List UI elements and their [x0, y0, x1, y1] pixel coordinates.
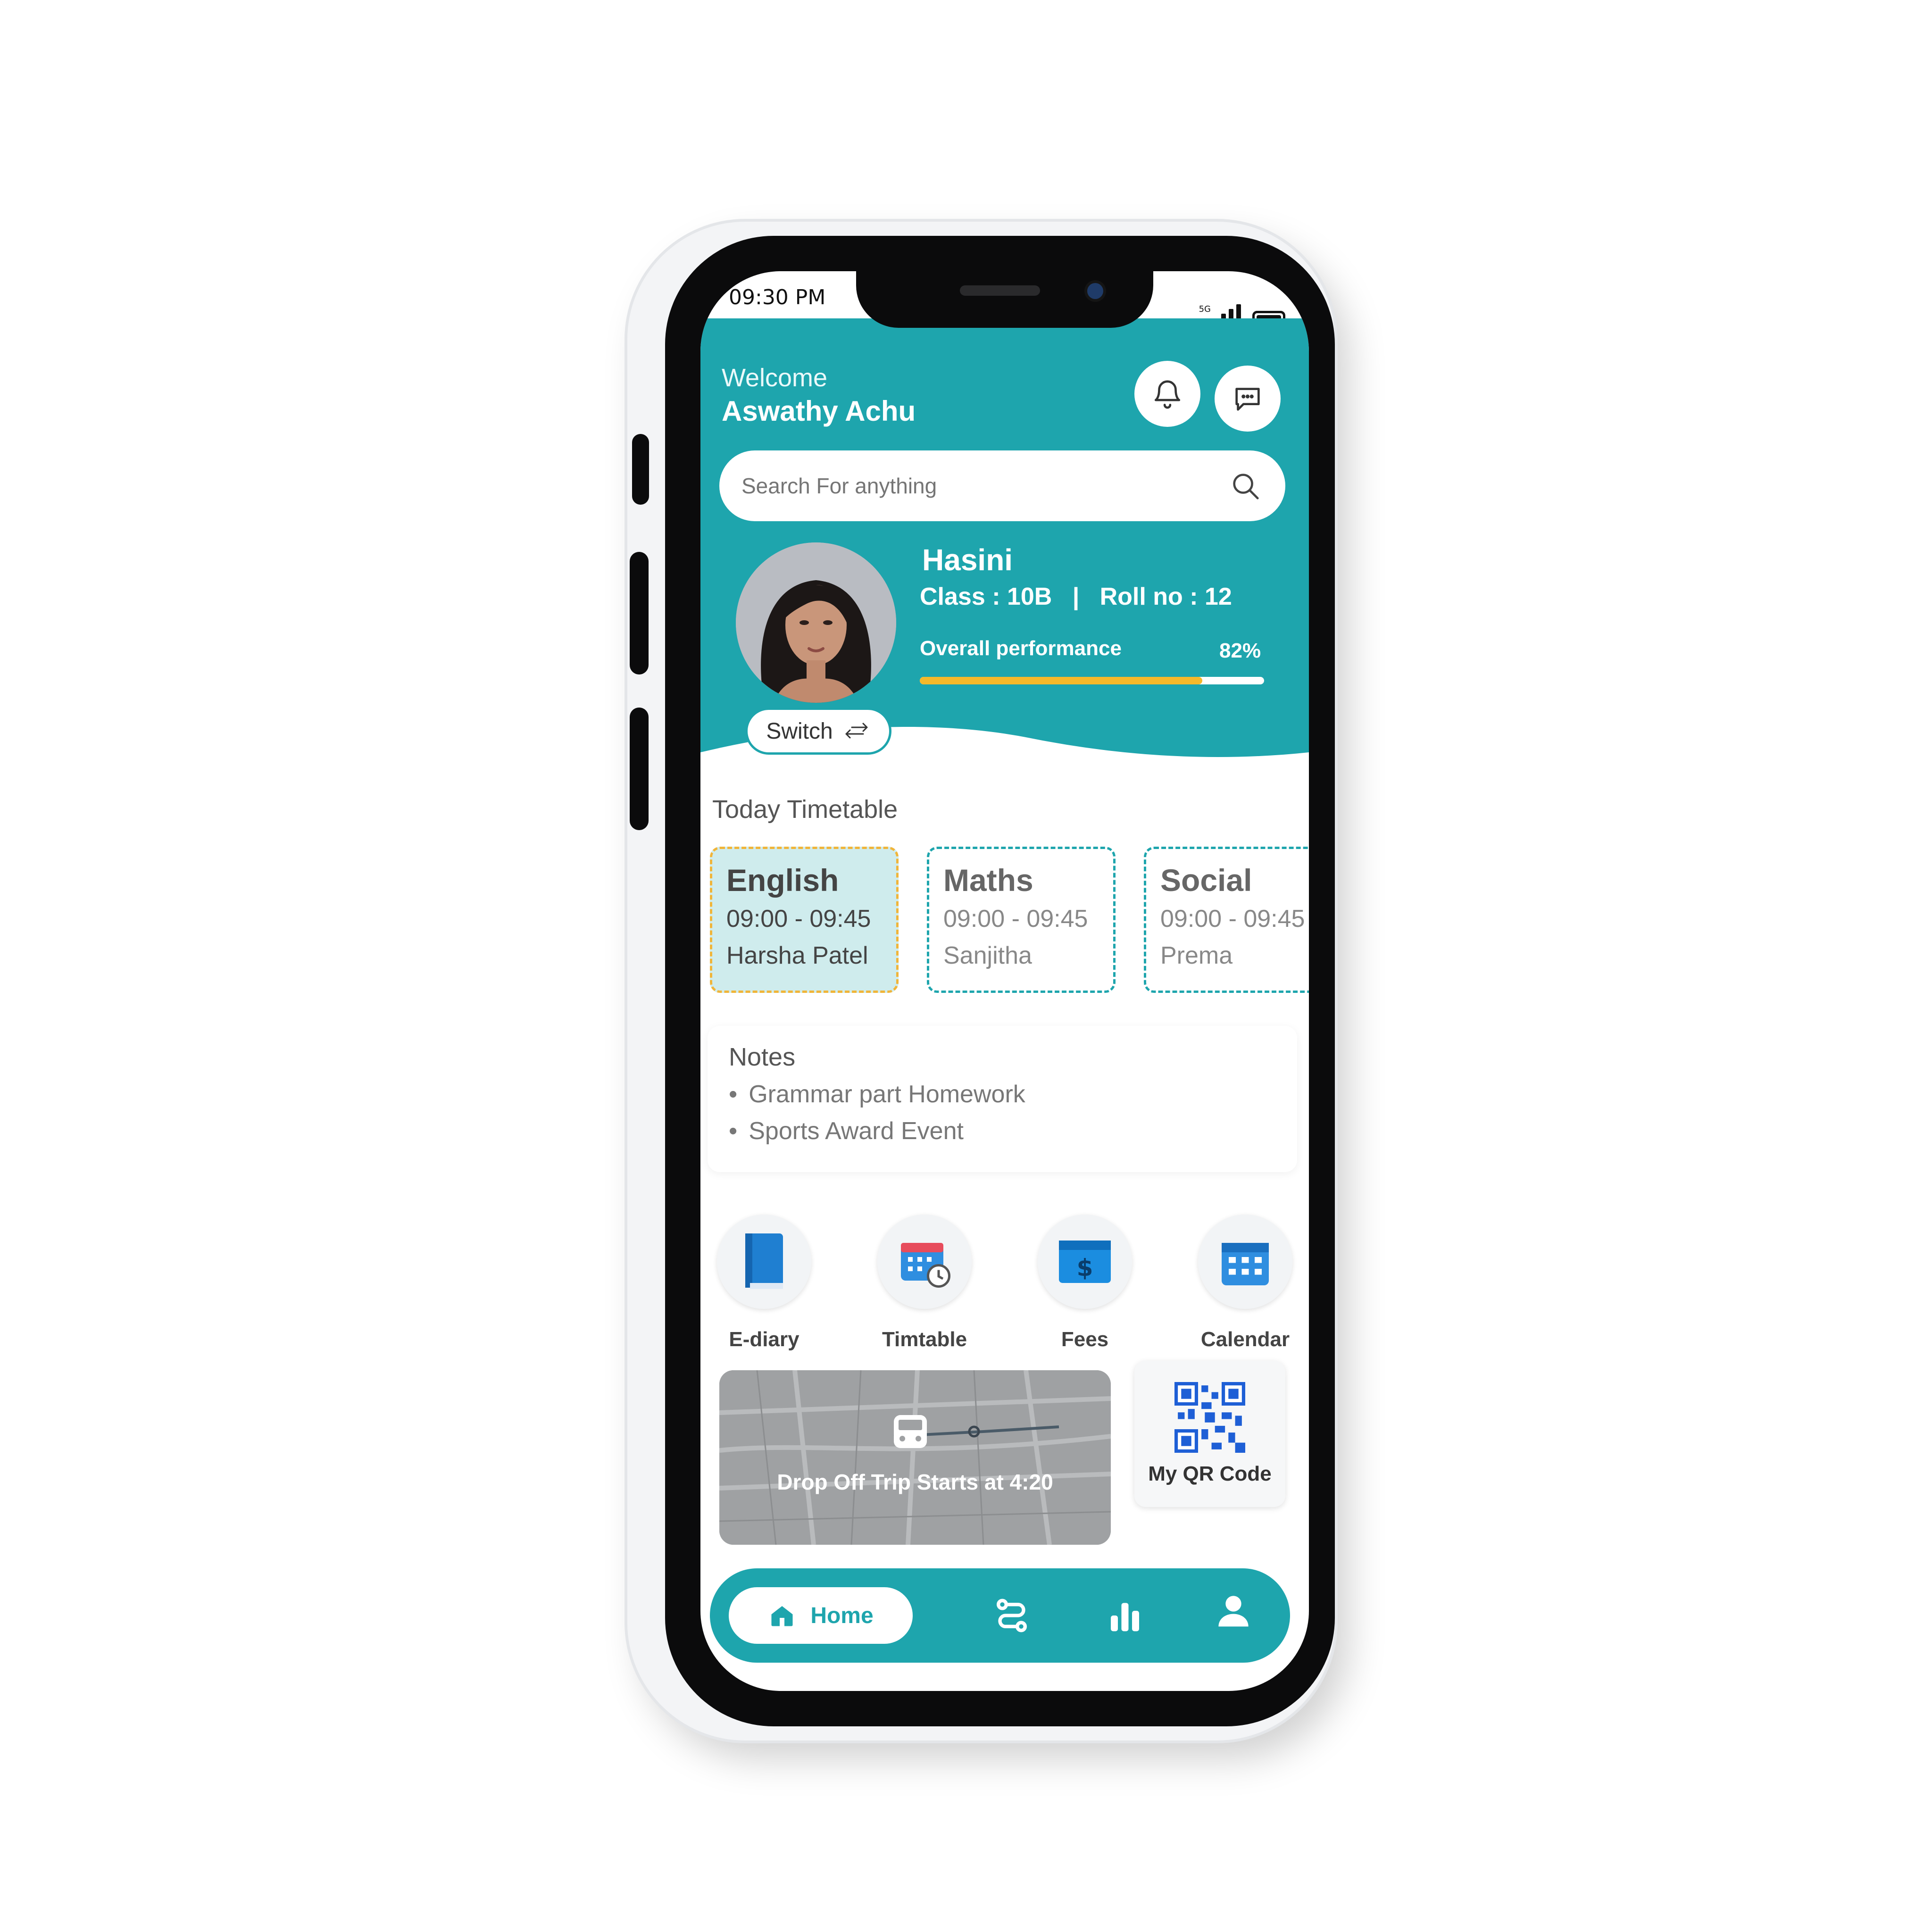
bus-trip-map-card[interactable]: Drop Off Trip Starts at 4:20	[719, 1370, 1111, 1545]
quick-link-fees[interactable]: $ Fees	[1035, 1215, 1134, 1351]
quick-link-label: Fees	[1061, 1328, 1109, 1351]
calendar-icon	[1222, 1243, 1269, 1285]
quick-link-timetable[interactable]: Timtable	[875, 1215, 974, 1351]
bottom-navigation: Home	[710, 1568, 1290, 1663]
notification-button[interactable]	[1134, 361, 1200, 427]
network-label: 5G	[1199, 304, 1211, 314]
speaker-grille	[960, 285, 1040, 296]
qr-code-icon	[1174, 1382, 1245, 1453]
notes-title: Notes	[729, 1043, 796, 1071]
username: Aswathy Achu	[722, 395, 916, 427]
trip-status-text: Drop Off Trip Starts at 4:20	[777, 1470, 1053, 1494]
nav-home-button[interactable]: Home	[729, 1587, 913, 1644]
timetable-time: 09:00 - 09:45	[1160, 905, 1305, 933]
phone-notch	[856, 271, 1153, 328]
stats-icon[interactable]	[1106, 1597, 1144, 1634]
book-icon	[745, 1233, 783, 1289]
route-icon[interactable]	[993, 1597, 1031, 1634]
search-icon[interactable]	[1229, 469, 1262, 502]
switch-student-button[interactable]: Switch	[745, 708, 891, 755]
front-camera	[1087, 283, 1103, 299]
nav-home-label: Home	[810, 1603, 874, 1628]
map-background	[719, 1370, 1111, 1545]
performance-bar	[920, 677, 1264, 684]
timetable-card-social[interactable]: Social 09:00 - 09:45 Prema	[1144, 847, 1309, 993]
search-input[interactable]	[741, 473, 1191, 499]
performance-bar-fill	[920, 677, 1202, 684]
phone-volume-up-button	[630, 552, 649, 675]
search-bar[interactable]	[719, 450, 1285, 521]
timetable-subject: Social	[1160, 863, 1252, 898]
quick-link-ediary[interactable]: E-diary	[715, 1215, 814, 1351]
notes-item: Grammar part Homework	[729, 1080, 1276, 1108]
svg-text:$: $	[1077, 1254, 1093, 1282]
quick-link-label: E-diary	[729, 1328, 799, 1351]
timetable-subject: English	[726, 863, 839, 898]
qr-code-label: My QR Code	[1148, 1462, 1272, 1485]
timetable-time: 09:00 - 09:45	[726, 905, 871, 933]
timetable-teacher: Harsha Patel	[726, 942, 868, 969]
timetable-list: English 09:00 - 09:45 Harsha Patel Maths…	[710, 847, 1309, 993]
notes-item: Sports Award Event	[729, 1117, 1276, 1145]
timetable-subject: Maths	[943, 863, 1033, 898]
phone-volume-down-button	[630, 708, 649, 830]
fees-icon: $	[1059, 1241, 1111, 1283]
chat-button[interactable]	[1215, 366, 1281, 432]
timetable-card-maths[interactable]: Maths 09:00 - 09:45 Sanjitha	[927, 847, 1116, 993]
bus-icon	[894, 1415, 927, 1448]
chat-icon	[1235, 388, 1260, 411]
timetable-icon	[901, 1243, 950, 1288]
quick-links: E-diary Timtable $ Fees Calendar	[715, 1215, 1295, 1351]
swap-arrows-icon	[845, 723, 868, 739]
quick-link-label: Calendar	[1200, 1328, 1290, 1351]
timetable-card-english[interactable]: English 09:00 - 09:45 Harsha Patel	[710, 847, 899, 993]
my-qr-code-card[interactable]: My QR Code	[1134, 1361, 1285, 1507]
student-avatar	[736, 542, 896, 703]
home-icon	[771, 1606, 793, 1626]
notes-card[interactable]: Notes Grammar part Homework Sports Award…	[708, 1026, 1297, 1172]
performance-label: Overall performance	[920, 637, 1122, 660]
quick-link-calendar[interactable]: Calendar	[1196, 1215, 1295, 1351]
student-name: Hasini	[922, 543, 1013, 577]
profile-icon[interactable]	[1215, 1592, 1252, 1630]
timetable-teacher: Sanjitha	[943, 942, 1032, 969]
bell-icon	[1154, 380, 1181, 409]
student-class-roll: Class : 10B | Roll no : 12	[920, 583, 1232, 610]
timetable-time: 09:00 - 09:45	[943, 905, 1088, 933]
app-screen: 09:30 PM 5G Welcome Aswathy Achu Search …	[700, 271, 1309, 1691]
switch-label: Switch	[766, 718, 833, 744]
phone-side-button	[632, 434, 649, 505]
performance-value: 82%	[1219, 639, 1261, 662]
quick-link-label: Timtable	[882, 1328, 967, 1351]
timetable-title: Today Timetable	[712, 795, 898, 824]
status-time: 09:30 PM	[729, 285, 826, 309]
welcome-text: Welcome	[722, 364, 828, 392]
timetable-teacher: Prema	[1160, 942, 1233, 969]
